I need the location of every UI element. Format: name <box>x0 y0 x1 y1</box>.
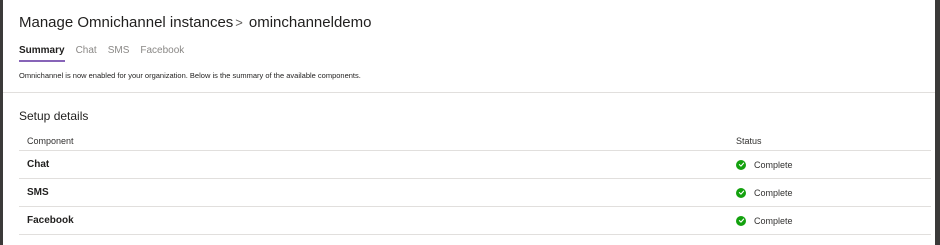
tab-bar: Summary Chat SMS Facebook <box>19 45 195 62</box>
tab-summary[interactable]: Summary <box>19 45 65 62</box>
column-header-status: Status <box>736 135 762 146</box>
status-text: Complete <box>754 187 793 198</box>
enabled-notice: Omnichannel is now enabled for your orga… <box>19 71 361 80</box>
setup-details-title: Setup details <box>19 109 89 123</box>
check-circle-icon <box>736 187 746 198</box>
table-header: Component Status <box>19 131 931 151</box>
setup-table: Component Status Chat Complete SMS Compl… <box>19 131 931 235</box>
component-name: SMS <box>27 187 49 198</box>
component-name: Chat <box>27 159 50 170</box>
table-row: Chat Complete <box>19 151 931 179</box>
status-text: Complete <box>754 215 793 226</box>
tab-facebook[interactable]: Facebook <box>140 45 184 62</box>
section-divider <box>3 92 935 93</box>
table-row: Facebook Complete <box>19 207 931 235</box>
status-cell: Complete <box>736 159 793 170</box>
status-text: Complete <box>754 159 793 170</box>
status-cell: Complete <box>736 215 793 226</box>
breadcrumb-current: ominchanneldemo <box>248 14 372 31</box>
tab-chat[interactable]: Chat <box>76 45 97 62</box>
breadcrumb-separator-icon: > <box>235 15 243 30</box>
column-header-component: Component <box>27 135 74 146</box>
check-circle-icon <box>736 215 746 226</box>
breadcrumb-parent-link[interactable]: Manage Omnichannel instances <box>19 14 233 31</box>
status-cell: Complete <box>736 187 793 198</box>
table-row: SMS Complete <box>19 179 931 207</box>
breadcrumb: Manage Omnichannel instances > ominchann… <box>19 14 371 31</box>
check-circle-icon <box>736 159 746 170</box>
tab-sms[interactable]: SMS <box>108 45 130 62</box>
component-name: Facebook <box>27 215 74 226</box>
window-edge-left <box>0 0 3 245</box>
window-edge-right <box>935 0 940 245</box>
